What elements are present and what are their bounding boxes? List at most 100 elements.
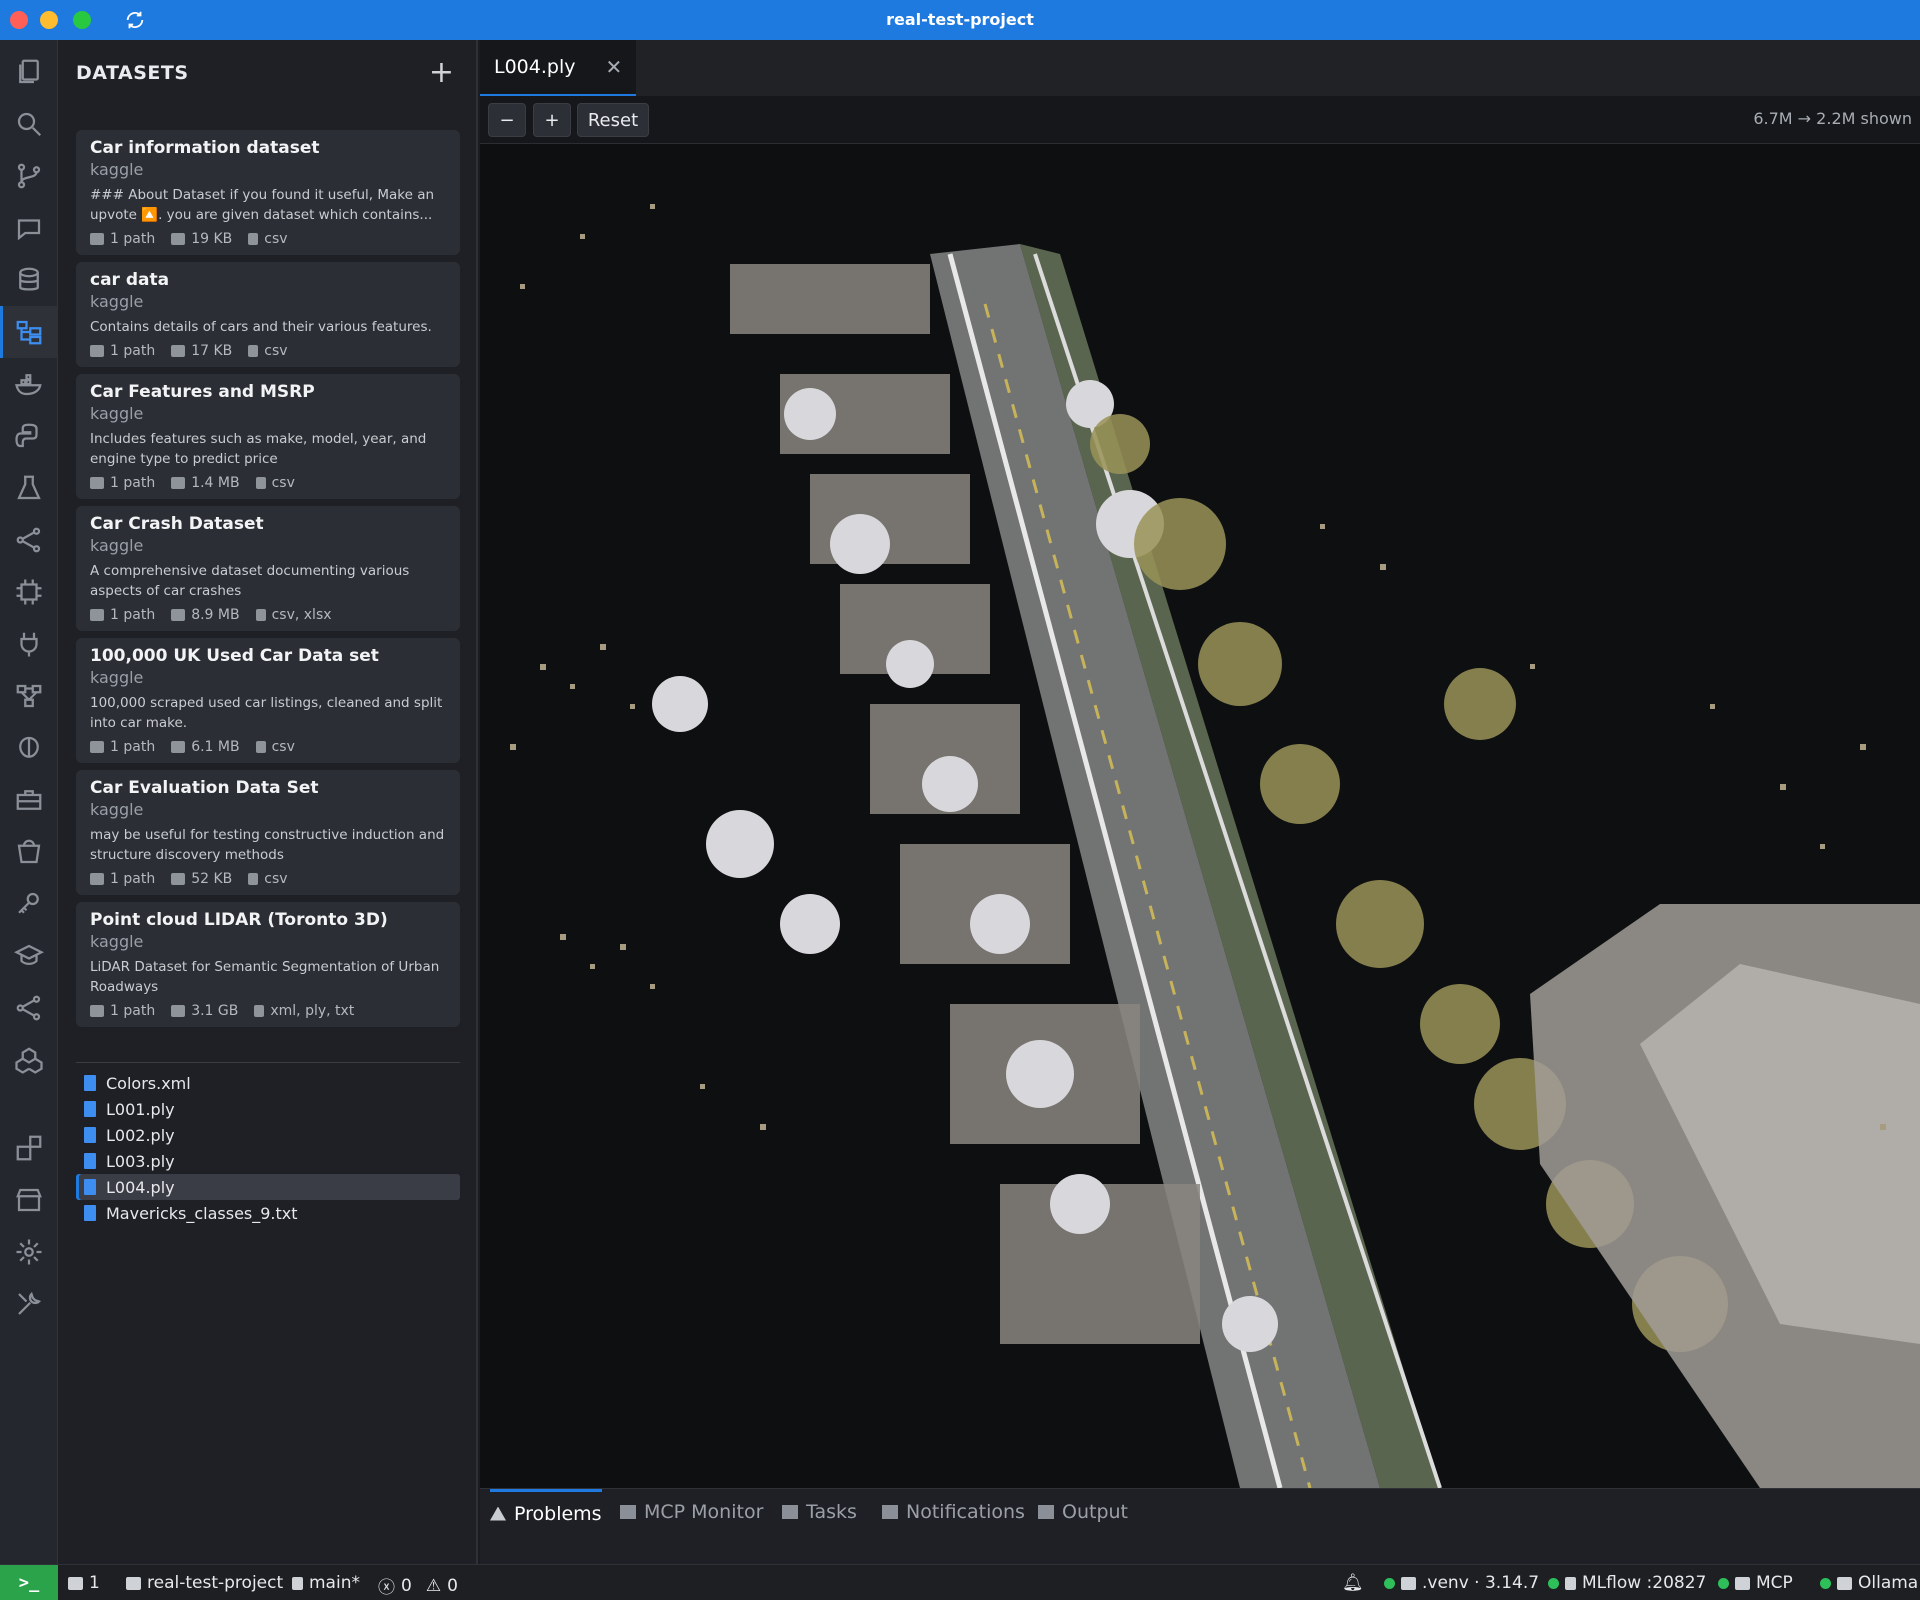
dataset-card[interactable]: Car Evaluation Data Set kaggle may be us… [76,770,460,895]
storage-icon [171,873,186,885]
remote-indicator[interactable]: 1 [68,1573,100,1593]
folder-icon [90,233,104,245]
dataset-description: ### About Dataset if you found it useful… [90,187,435,223]
dataset-title: Car Features and MSRP [90,382,315,402]
plug-icon[interactable] [0,618,58,670]
chip-icon[interactable] [0,566,58,618]
graduation-cap-icon[interactable] [0,930,58,982]
folder-icon [90,741,104,753]
tab-notifications[interactable]: Notifications [882,1489,1025,1535]
dataset-paths: 1 path [110,231,156,247]
settings-gear-icon[interactable] [0,1226,58,1278]
zoom-in-button[interactable]: + [533,103,571,137]
window-title: real-test-project [886,10,1034,29]
output-icon [1038,1505,1054,1519]
workflow-icon[interactable] [0,670,58,722]
problems-indicator[interactable]: ⓧ 0 ⚠ 0 [378,1573,458,1599]
notifications-bell[interactable]: 🔔︎ [1342,1573,1364,1593]
branch-indicator[interactable]: main* [292,1573,360,1593]
source-control-icon[interactable] [0,150,58,202]
file-item[interactable]: Colors.xml [76,1070,460,1096]
explorer-icon[interactable] [0,46,58,98]
close-tab-icon[interactable]: ✕ [605,55,622,79]
terminal-button[interactable]: >_ [0,1565,58,1600]
error-count: 0 [401,1575,412,1596]
dataset-description: Includes features such as make, model, y… [90,431,427,467]
warning-count: 0 [447,1575,458,1596]
search-icon[interactable] [0,98,58,150]
project-name: real-test-project [147,1573,284,1593]
file-item[interactable]: Mavericks_classes_9.txt [76,1200,460,1226]
file-name: L002.ply [106,1125,175,1145]
file-icon [248,873,259,885]
dataset-description: may be useful for testing constructive i… [90,827,445,863]
mcp-status: MCP [1756,1573,1793,1593]
tab-output[interactable]: Output [1038,1489,1128,1535]
dataset-card[interactable]: 100,000 UK Used Car Data set kaggle 100,… [76,638,460,763]
point-cloud-viewer[interactable] [480,144,1920,1488]
dataset-size: 17 KB [191,343,233,359]
editor-tab[interactable]: L004.ply ✕ [480,40,636,96]
tab-mcp-monitor[interactable]: MCP Monitor [620,1489,763,1535]
store-icon[interactable] [0,1174,58,1226]
toolbox-icon[interactable] [0,774,58,826]
ollama-indicator[interactable]: Ollama [1820,1573,1918,1593]
tools-icon[interactable] [0,1278,58,1330]
share-icon[interactable] [0,982,58,1034]
tab-tasks[interactable]: Tasks [782,1489,857,1535]
tab-label: L004.ply [494,56,576,78]
python-icon [1401,1576,1416,1590]
brain-icon[interactable] [0,722,58,774]
dataset-card[interactable]: Car Crash Dataset kaggle A comprehensive… [76,506,460,631]
datasets-icon[interactable] [0,306,58,358]
tab-label: Output [1062,1501,1128,1523]
file-item[interactable]: L003.ply [76,1148,460,1174]
status-dot [1820,1577,1831,1589]
docker-icon[interactable] [0,358,58,410]
viewer-toolbar: − + Reset 6.7M → 2.2M shown [480,96,1920,144]
graph-nodes-icon[interactable] [0,514,58,566]
lab-flask-icon[interactable] [0,462,58,514]
file-item[interactable]: L001.ply [76,1096,460,1122]
server-icon [1735,1576,1750,1590]
file-icon [248,233,259,245]
dataset-formats: csv [271,475,295,491]
sidebar-title: DATASETS [76,62,189,84]
database-icon[interactable] [0,254,58,306]
python-env-indicator[interactable]: .venv · 3.14.7 [1384,1573,1539,1593]
python-icon[interactable] [0,410,58,462]
file-name: L001.ply [106,1099,175,1119]
dataset-description: 100,000 scraped used car listings, clean… [90,695,443,731]
project-indicator[interactable]: real-test-project [126,1573,283,1593]
dataset-paths: 1 path [110,739,156,755]
dataset-source: kaggle [90,404,144,423]
title-bar: real-test-project [0,0,1920,40]
python-env: .venv · 3.14.7 [1422,1573,1540,1593]
dataset-size: 3.1 GB [191,1003,239,1019]
zoom-out-button[interactable]: − [488,103,526,137]
bucket-icon[interactable] [0,826,58,878]
datasets-sidebar: DATASETS + Car information dataset kaggl… [58,40,478,1564]
extensions-icon[interactable] [0,1122,58,1174]
dataset-card[interactable]: Car Features and MSRP kaggle Includes fe… [76,374,460,499]
dataset-meta: 1 path 8.9 MB csv, xlsx [90,607,446,623]
file-item[interactable]: L002.ply [76,1122,460,1148]
dataset-paths: 1 path [110,607,156,623]
dataset-formats: csv, xlsx [271,607,332,623]
dataset-card[interactable]: Car information dataset kaggle ### About… [76,130,460,255]
add-dataset-button[interactable]: + [429,58,454,88]
activity-bar [0,40,58,1564]
chat-icon[interactable] [0,202,58,254]
key-icon[interactable] [0,878,58,930]
status-dot [1718,1577,1729,1589]
mlflow-indicator[interactable]: MLflow :20827 [1548,1573,1706,1593]
file-item-selected[interactable]: L004.ply [76,1174,460,1200]
dataset-card[interactable]: car data kaggle Contains details of cars… [76,262,460,367]
tab-problems[interactable]: Problems [490,1489,602,1535]
mcp-indicator[interactable]: MCP [1718,1573,1793,1593]
point-cloud-canvas[interactable] [480,144,1920,1488]
remote-count: 1 [89,1573,100,1593]
dataset-card[interactable]: Point cloud LIDAR (Toronto 3D) kaggle Li… [76,902,460,1027]
cubes-icon[interactable] [0,1034,58,1086]
reset-view-button[interactable]: Reset [577,103,649,137]
